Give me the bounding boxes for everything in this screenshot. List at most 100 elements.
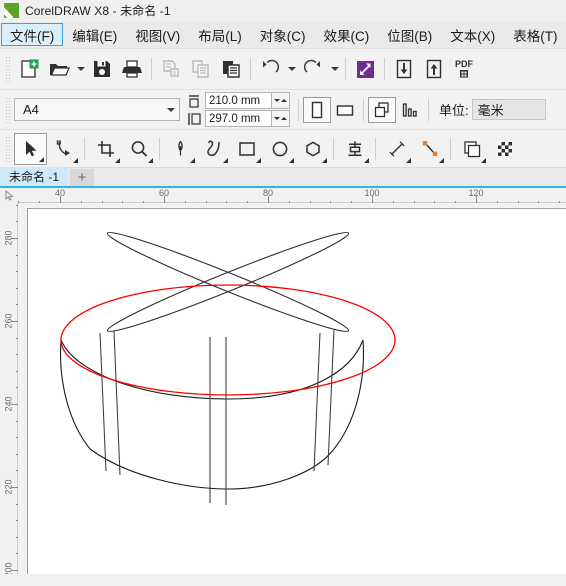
page-width-input[interactable]: 210.0 mm: [205, 92, 272, 109]
chevron-down-icon: [167, 107, 175, 112]
hruler-label: 80: [262, 188, 274, 198]
rectangle-tool[interactable]: [230, 133, 263, 165]
document-tab-untitled-1[interactable]: 未命名 -1: [0, 167, 69, 186]
vruler-label: 280: [3, 230, 14, 246]
toolbox-separator-2: [159, 137, 160, 160]
artistic-media-tool-flyout[interactable]: [223, 157, 228, 163]
pick-tool[interactable]: [14, 132, 47, 165]
orientation-landscape-button[interactable]: [331, 97, 359, 123]
document-page[interactable]: [27, 208, 566, 574]
toolbox-grip[interactable]: [4, 134, 11, 163]
menu-bitmap[interactable]: 位图(B): [378, 22, 441, 48]
redo-icon[interactable]: [298, 54, 328, 84]
ellipse-tool-flyout[interactable]: [289, 157, 294, 163]
drop-shadow-tool-flyout[interactable]: [481, 157, 486, 163]
menu-view-label: 视图(V): [135, 29, 181, 44]
propbar-separator-2: [363, 98, 364, 121]
zoom-tool-flyout[interactable]: [148, 157, 153, 163]
menu-effects-label: 效果(C): [323, 29, 370, 44]
new-document-icon[interactable]: [14, 54, 44, 84]
print-icon[interactable]: [117, 54, 147, 84]
page-height-icon: [188, 112, 201, 125]
export-pdf-icon[interactable]: PDF: [449, 54, 479, 84]
vertical-ruler[interactable]: 280 260 240 220 200: [0, 203, 18, 574]
orientation-portrait-button[interactable]: [303, 96, 331, 123]
new-document-tab-button[interactable]: +: [70, 169, 95, 186]
menu-object[interactable]: 对象(C): [251, 22, 315, 48]
shape-tool[interactable]: [47, 133, 80, 165]
menu-effects[interactable]: 效果(C): [315, 22, 379, 48]
text-tool[interactable]: [338, 133, 371, 165]
menu-text[interactable]: 文本(X): [441, 22, 504, 48]
paper-type-select[interactable]: A4: [14, 98, 180, 121]
toolbox-separator-5: [450, 137, 451, 160]
corel-connect-icon[interactable]: [350, 54, 380, 84]
menu-bar: 文件(F) 编辑(E) 视图(V) 布局(L) 对象(C) 效果(C) 位图(B…: [0, 22, 566, 49]
shape-tool-flyout[interactable]: [73, 157, 78, 163]
menu-bitmap-label: 位图(B): [387, 29, 433, 44]
rectangle-tool-flyout[interactable]: [256, 157, 261, 163]
undo-dropdown[interactable]: [285, 54, 298, 84]
text-tool-flyout[interactable]: [364, 157, 369, 163]
menu-layout-label: 布局(L): [198, 29, 242, 44]
page-width-icon: [189, 94, 199, 108]
all-pages-button[interactable]: [368, 96, 396, 123]
hruler-label: 60: [158, 188, 170, 198]
dimension-tool[interactable]: [380, 133, 413, 165]
page-width-spinner[interactable]: [272, 92, 290, 109]
page-height-input[interactable]: 297.0 mm: [205, 110, 272, 127]
drop-shadow-tool[interactable]: [455, 133, 488, 165]
drum-with-drumsticks-drawing[interactable]: [28, 209, 428, 549]
page-width-row: 210.0 mm: [186, 92, 290, 109]
menu-edit[interactable]: 编辑(E): [63, 22, 126, 48]
undo-icon[interactable]: [255, 54, 285, 84]
horizontal-ruler[interactable]: 406080100120140160: [18, 188, 566, 203]
open-document-dropdown[interactable]: [74, 54, 87, 84]
open-document-icon[interactable]: [44, 54, 74, 84]
toolbar-grip[interactable]: [4, 55, 11, 83]
crop-tool[interactable]: [89, 133, 122, 165]
ruler-origin-button[interactable]: [0, 188, 18, 203]
export-icon[interactable]: [419, 54, 449, 84]
copy-icon[interactable]: [186, 54, 216, 84]
dimension-tool-flyout[interactable]: [406, 157, 411, 163]
pick-tool-flyout[interactable]: [39, 156, 44, 162]
units-value: 毫米: [477, 103, 504, 118]
menu-file[interactable]: 文件(F): [1, 23, 64, 46]
menu-table[interactable]: 表格(T): [504, 22, 566, 48]
transparency-tool[interactable]: [488, 133, 521, 165]
units-label: 单位:: [439, 103, 469, 118]
drum-head-ellipse: [60, 284, 396, 396]
page-height-spinner[interactable]: [272, 110, 290, 127]
polygon-tool[interactable]: [296, 133, 329, 165]
menu-view[interactable]: 视图(V): [126, 22, 189, 48]
svg-text:PDF: PDF: [455, 59, 474, 69]
propbar-separator-3: [428, 98, 429, 121]
document-tab-bar: 未命名 -1 +: [0, 167, 566, 188]
vruler-label: 260: [3, 313, 14, 329]
paste-icon[interactable]: [216, 54, 246, 84]
ellipse-tool[interactable]: [263, 133, 296, 165]
nudge-distance-button[interactable]: [396, 97, 424, 123]
artistic-media-tool[interactable]: [197, 133, 230, 165]
propbar-grip[interactable]: [4, 95, 11, 124]
redo-dropdown[interactable]: [328, 54, 341, 84]
drawing-canvas[interactable]: [18, 203, 566, 574]
zoom-tool[interactable]: [122, 133, 155, 165]
connector-tool[interactable]: [413, 133, 446, 165]
cut-icon[interactable]: [156, 54, 186, 84]
units-select[interactable]: 毫米: [471, 99, 546, 120]
import-icon[interactable]: [389, 54, 419, 84]
menu-layout[interactable]: 布局(L): [189, 22, 251, 48]
crop-tool-flyout[interactable]: [115, 157, 120, 163]
title-bar: CorelDRAW X8 - 未命名 -1: [0, 0, 566, 22]
hruler-label: 120: [468, 188, 484, 198]
menu-table-label: 表格(T): [513, 29, 558, 44]
freehand-tool-flyout[interactable]: [190, 157, 195, 163]
freehand-tool[interactable]: [164, 133, 197, 165]
save-document-icon[interactable]: [87, 54, 117, 84]
document-tab-label: 未命名 -1: [9, 170, 60, 184]
polygon-tool-flyout[interactable]: [322, 157, 327, 163]
connector-tool-flyout[interactable]: [439, 157, 444, 163]
standard-toolbar: PDF: [0, 49, 566, 90]
